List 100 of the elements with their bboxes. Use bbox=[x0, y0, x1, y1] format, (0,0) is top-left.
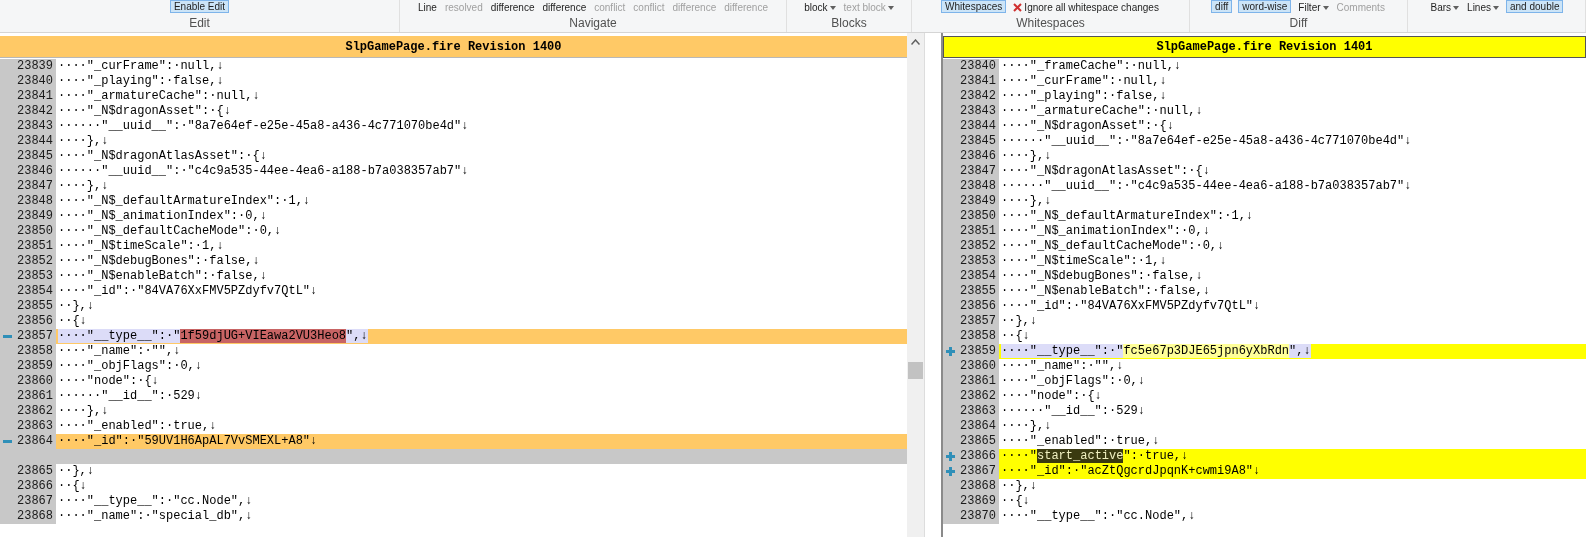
line-number: 23868 bbox=[17, 509, 53, 524]
dropdown-button[interactable]: Filter bbox=[1297, 2, 1330, 13]
line-number: 23859 bbox=[960, 344, 996, 359]
code-line: ······"__uuid__":·"c4c9a535-44ee-4ea6-a188-b7a038357ab7"↓ bbox=[1001, 179, 1412, 194]
line-number: 23856 bbox=[960, 299, 996, 314]
line-number: 23858 bbox=[17, 344, 53, 359]
caret-icon bbox=[887, 5, 894, 10]
line-number: 23852 bbox=[960, 239, 996, 254]
code-line: ····"_id":·"59UV1H6ApAL7VvSMEXL+A8"↓ bbox=[58, 434, 318, 449]
toggle-button[interactable]: Enable Edit bbox=[169, 0, 230, 13]
code-line: ··{↓ bbox=[58, 479, 87, 494]
toggle-button[interactable]: Ignore all whitespace changes bbox=[1012, 2, 1160, 13]
dropdown-button[interactable]: block bbox=[803, 2, 837, 13]
code-line: ··{↓ bbox=[1001, 494, 1030, 509]
code-line: ····},↓ bbox=[1001, 194, 1052, 209]
caret-icon bbox=[829, 5, 836, 10]
code-line: ····"_playing":·false,↓ bbox=[58, 74, 224, 89]
line-number: 23844 bbox=[960, 119, 996, 134]
code-line: ····},↓ bbox=[58, 404, 109, 419]
line-number: 23869 bbox=[960, 494, 996, 509]
line-number: 23845 bbox=[960, 134, 996, 149]
line-number: 23865 bbox=[17, 464, 53, 479]
code-line: ··},↓ bbox=[1001, 479, 1037, 494]
line-number: 23841 bbox=[17, 89, 53, 104]
code-line: ····"_N$timeScale":·1,↓ bbox=[58, 239, 224, 254]
group-label: Whitespaces bbox=[1016, 14, 1085, 32]
line-number: 23862 bbox=[960, 389, 996, 404]
line-number: 23854 bbox=[960, 269, 996, 284]
line-number: 23856 bbox=[17, 314, 53, 329]
line-number: 23848 bbox=[17, 194, 53, 209]
toggle-button[interactable]: and double bbox=[1506, 0, 1564, 13]
caret-icon bbox=[1453, 5, 1460, 10]
code-line: ····"node":·{↓ bbox=[58, 374, 159, 389]
line-number: 23852 bbox=[17, 254, 53, 269]
code-line: ······"__uuid__":·"c4c9a535-44ee-4ea6-a188-b7a038357ab7"↓ bbox=[58, 164, 469, 179]
line-number: 23843 bbox=[17, 119, 53, 134]
code-line: ····"_name":·"",↓ bbox=[58, 344, 181, 359]
code-line: ····"_N$enableBatch":·false,↓ bbox=[58, 269, 267, 284]
pane-title: SlpGamePage.fire Revision 1401 bbox=[1156, 39, 1373, 56]
line-number: 23850 bbox=[960, 209, 996, 224]
ribbon-button[interactable]: difference bbox=[541, 2, 588, 13]
line-number: 23863 bbox=[960, 404, 996, 419]
code-line: ····"_N$_defaultCacheMode":·0,↓ bbox=[1001, 239, 1225, 254]
line-number: 23853 bbox=[17, 269, 53, 284]
code-line: ····"_id":·"84VA76XxFMV5PZdyfv7QtL"↓ bbox=[58, 284, 318, 299]
line-number: 23855 bbox=[17, 299, 53, 314]
code-line: ··},↓ bbox=[1001, 314, 1037, 329]
line-number: 23844 bbox=[17, 134, 53, 149]
code-line: ····"_N$_defaultArmatureIndex":·1,↓ bbox=[58, 194, 311, 209]
code-line: ····"_N$dragonAtlasAsset":·{↓ bbox=[1001, 164, 1210, 179]
line-number: 23847 bbox=[960, 164, 996, 179]
line-number: 23840 bbox=[960, 59, 996, 74]
code-line: ····"_N$debugBones":·false,↓ bbox=[1001, 269, 1203, 284]
code-line: ····"_N$_defaultArmatureIndex":·1,↓ bbox=[1001, 209, 1254, 224]
line-number: 23845 bbox=[17, 149, 53, 164]
dropdown-button[interactable]: Bars bbox=[1429, 2, 1461, 13]
code-line: ······"__id__":·529↓ bbox=[1001, 404, 1146, 419]
code-line: ····"__type__":·"1f59djUG+VIEawa2VU3Heo8",↓ bbox=[58, 329, 368, 344]
line-number: 23857 bbox=[960, 314, 996, 329]
line-number: 23870 bbox=[960, 509, 996, 524]
scrollbar-thumb[interactable] bbox=[908, 362, 923, 379]
line-number: 23867 bbox=[17, 494, 53, 509]
code-line: ··},↓ bbox=[58, 299, 94, 314]
line-number: 23866 bbox=[17, 479, 53, 494]
code-line: ····"_N$debugBones":·false,↓ bbox=[58, 254, 260, 269]
group-label: Diff bbox=[1289, 14, 1308, 32]
line-number: 23868 bbox=[960, 479, 996, 494]
code-line: ····"__type__":·"cc.Node",↓ bbox=[1001, 509, 1196, 524]
line-number: 23860 bbox=[17, 374, 53, 389]
code-line: ····"_N$_defaultCacheMode":·0,↓ bbox=[58, 224, 282, 239]
scrollbar[interactable] bbox=[907, 33, 925, 537]
code-line: ····"_armatureCache":·null,↓ bbox=[58, 89, 260, 104]
code-line: ····"_N$enableBatch":·false,↓ bbox=[1001, 284, 1210, 299]
code-line: ····"__type__":·"fc5e67p3DJE65jpn6yXbRdn",↓ bbox=[1001, 344, 1311, 359]
line-number: 23858 bbox=[960, 329, 996, 344]
code-line: ····"_N$dragonAtlasAsset":·{↓ bbox=[58, 149, 267, 164]
line-number: 23843 bbox=[960, 104, 996, 119]
toggle-button[interactable]: diff bbox=[1211, 0, 1233, 13]
code-line: ····"_armatureCache":·null,↓ bbox=[1001, 104, 1203, 119]
cross-icon bbox=[1013, 3, 1023, 12]
code-line: ····"_id":·"acZtQgcrdJpqnK+cwmi9A8"↓ bbox=[1001, 464, 1261, 479]
code-line: ····"start_active":·true,↓ bbox=[1001, 449, 1189, 464]
code-line: ····"_N$dragonAsset":·{↓ bbox=[58, 104, 231, 119]
code-line: ····},↓ bbox=[58, 179, 109, 194]
toggle-button[interactable]: word-wise bbox=[1238, 0, 1292, 13]
dropdown-button[interactable]: Lines bbox=[1466, 2, 1500, 13]
pane-title: SlpGamePage.fire Revision 1400 bbox=[345, 38, 562, 56]
line-number: 23866 bbox=[960, 449, 996, 464]
ribbon-button[interactable]: difference bbox=[489, 2, 536, 13]
code-line: ····"_N$_animationIndex":·0,↓ bbox=[58, 209, 267, 224]
code-line: ····"_name":·"",↓ bbox=[1001, 359, 1124, 374]
line-number: 23846 bbox=[17, 164, 53, 179]
ribbon-button[interactable]: Line bbox=[417, 2, 438, 13]
toggle-button[interactable]: Whitespaces bbox=[941, 0, 1007, 13]
line-number: 23867 bbox=[960, 464, 996, 479]
code-line: ····},↓ bbox=[1001, 419, 1052, 434]
code-line: ····"_curFrame":·null,↓ bbox=[58, 59, 224, 74]
code-line: ····"_objFlags":·0,↓ bbox=[58, 359, 203, 374]
line-number: 23851 bbox=[17, 239, 53, 254]
code-line: ····},↓ bbox=[58, 134, 109, 149]
